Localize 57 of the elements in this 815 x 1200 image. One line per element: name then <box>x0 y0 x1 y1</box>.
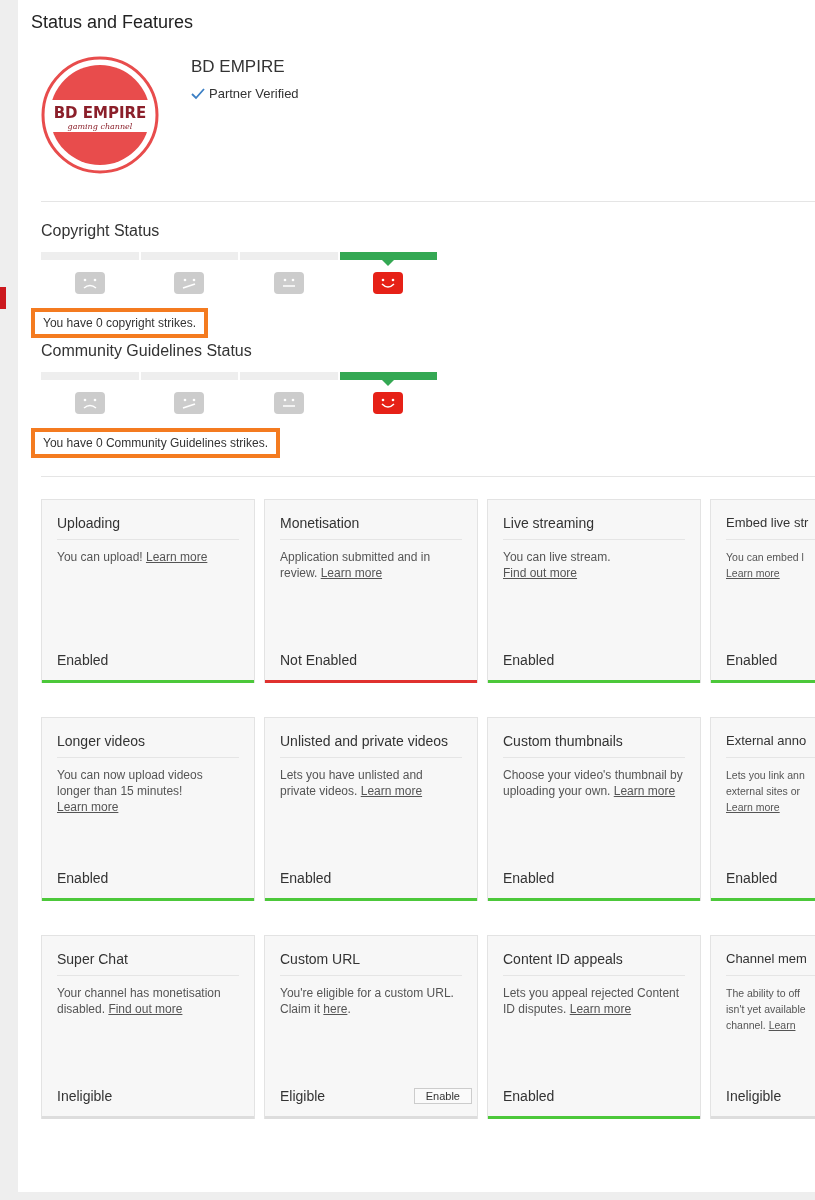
learn-more-link[interactable]: Learn more <box>145 550 208 564</box>
channel-logo: BD EMPIRE gaming channel <box>41 56 159 174</box>
channel-name: BD EMPIRE <box>191 56 286 78</box>
learn-more-link[interactable]: Find out more <box>503 566 578 580</box>
verified-label: Partner Verified <box>209 85 299 103</box>
feature-status: Ineligible <box>57 1087 113 1105</box>
feature-status: Enabled <box>57 869 109 887</box>
feature-description: Lets you appeal rejected Content ID disputes. Learn more <box>503 985 681 1017</box>
learn-more-link[interactable]: Learn more <box>569 1002 632 1016</box>
feature-status: Enabled <box>726 869 778 887</box>
feature-title: Unlisted and private videos <box>280 732 462 758</box>
feature-status: Enabled <box>280 869 332 887</box>
feature-status: Enabled <box>57 651 109 669</box>
feature-title: Monetisation <box>280 514 462 540</box>
learn-more-link[interactable]: Learn more <box>613 784 676 798</box>
feature-description: Your channel has monetisation disabled. Find out more <box>57 985 222 1017</box>
section-heading: Copyright Status <box>41 221 161 241</box>
feature-title: Embed live str <box>726 514 815 540</box>
learn-more-link[interactable]: Learn more <box>726 567 780 579</box>
feature-title: Custom thumbnails <box>503 732 685 758</box>
feature-description: You can now upload videos longer than 15 minutes! Learn more <box>57 767 204 815</box>
feature-description: The ability to off isn't yet available channel. Learn <box>726 986 807 1033</box>
feature-description: You're eligible for a custom URL. Claim it here. <box>280 985 455 1017</box>
feature-status: Eligible <box>280 1087 326 1105</box>
learn-more-link[interactable]: Learn more <box>320 566 383 580</box>
strike-message: You have 0 Community Guidelines strikes. <box>31 428 280 458</box>
learn-more-link[interactable]: Find out more <box>108 1002 183 1016</box>
feature-title: Longer videos <box>57 732 239 758</box>
enable-button[interactable]: Enable <box>413 1088 472 1104</box>
feature-title: External anno <box>726 732 815 758</box>
feature-title: Uploading <box>57 514 239 540</box>
feature-description: You can upload! Learn more <box>57 549 209 565</box>
feature-status: Not Enabled <box>280 651 358 669</box>
feature-title: Custom URL <box>280 950 462 976</box>
learn-more-link[interactable]: Learn <box>768 1019 796 1031</box>
feature-description: Choose your video's thumbnail by uploading your own. Learn more <box>503 767 684 799</box>
feature-description: You can live stream. Find out more <box>503 549 612 581</box>
page-title: Status and Features <box>31 11 195 34</box>
feature-description: You can embed l Learn more <box>726 550 805 581</box>
feature-status: Ineligible <box>726 1087 782 1105</box>
feature-title: Live streaming <box>503 514 685 540</box>
strike-message: You have 0 copyright strikes. <box>31 308 208 338</box>
feature-status: Enabled <box>726 651 778 669</box>
feature-title: Channel mem <box>726 950 815 976</box>
feature-title: Super Chat <box>57 950 239 976</box>
feature-title: Content ID appeals <box>503 950 685 976</box>
active-indicator <box>0 287 6 309</box>
feature-description: Lets you link ann external sites or Learn more <box>726 768 806 815</box>
learn-more-link[interactable]: Learn more <box>726 801 780 813</box>
section-heading: Community Guidelines Status <box>41 341 253 361</box>
feature-status: Enabled <box>503 869 555 887</box>
feature-status: Enabled <box>503 1087 555 1105</box>
feature-description: Application submitted and in review. Learn more <box>280 549 432 581</box>
feature-status: Enabled <box>503 651 555 669</box>
learn-more-link[interactable]: Learn more <box>360 784 423 798</box>
feature-description: Lets you have unlisted and private videos. Learn more <box>280 767 424 799</box>
learn-more-link[interactable]: Learn more <box>57 800 119 814</box>
